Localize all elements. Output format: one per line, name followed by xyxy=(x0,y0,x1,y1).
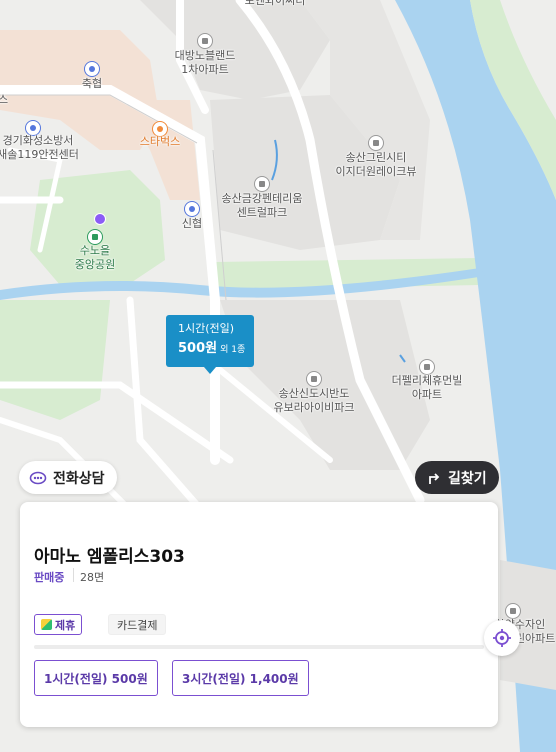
directions-button[interactable]: 길찾기 xyxy=(415,461,499,494)
map-label-daebang: 대방노블랜드 1차아파트 xyxy=(174,49,236,76)
turn-right-arrow-icon xyxy=(429,472,440,484)
marker-price: 500원 xyxy=(178,341,218,356)
directions-label: 길찾기 xyxy=(448,470,487,487)
section-divider xyxy=(34,645,484,649)
chat-phone-icon xyxy=(29,471,47,484)
status-divider xyxy=(73,568,74,582)
fee-option-1h[interactable]: 1시간(전일) 500원 xyxy=(34,660,158,696)
fee-option-3h[interactable]: 3시간(전일) 1,400원 xyxy=(172,660,309,696)
crosshair-icon xyxy=(493,629,511,647)
call-consult-button[interactable]: 전화상담 xyxy=(19,461,117,494)
parking-info-card[interactable]: 아마노 엠폴리스303 판매중 28면 제휴 카드결제 1시간(전일) 500원… xyxy=(20,502,498,727)
sale-status: 판매중 xyxy=(34,571,65,584)
apartment-icon xyxy=(254,176,270,192)
parking-price-marker[interactable]: 1시간(전일) 500원 외 1종 xyxy=(166,315,254,374)
apartment-icon xyxy=(368,135,384,151)
partner-logo-icon xyxy=(41,619,52,630)
parking-lot-title: 아마노 엠폴리스303 xyxy=(34,547,185,567)
marker-price-row: 500원 외 1종 xyxy=(178,339,254,360)
current-location-dot-icon xyxy=(94,213,106,225)
space-count: 28면 xyxy=(80,571,105,584)
map-label-shinhyup: 신협 xyxy=(181,217,203,230)
apartment-icon xyxy=(505,603,521,619)
apartment-icon xyxy=(306,371,322,387)
partner-badge: 제휴 xyxy=(34,614,83,635)
partner-badge-label: 제휴 xyxy=(55,618,76,632)
map-label-top: 포엔와이씨티 xyxy=(244,0,306,7)
bank-icon xyxy=(184,201,200,217)
map-label-fire-station: 경기화성소방서 새솔119안전센터 xyxy=(0,134,79,161)
map-label-geumgang: 송산금강펜테리움 센트럴파크 xyxy=(221,192,303,219)
marker-duration: 1시간(전일) xyxy=(178,322,235,335)
my-location-button[interactable] xyxy=(484,620,520,656)
park-icon xyxy=(87,229,103,245)
map-label-edge-left: 스 xyxy=(0,93,9,106)
map-label-starbucks: 스타벅스 xyxy=(139,135,181,148)
call-consult-label: 전화상담 xyxy=(53,470,105,487)
card-payment-label: 카드결제 xyxy=(117,618,158,632)
marker-extra: 외 1종 xyxy=(220,345,246,355)
card-payment-badge: 카드결제 xyxy=(108,614,167,635)
apartment-icon xyxy=(197,33,213,49)
map-label-park: 수노을 중앙공원 xyxy=(74,244,116,271)
map-label-nonghyup: 축협 xyxy=(81,77,103,90)
fee-option-label: 3시간(전일) 1,400원 xyxy=(182,671,299,686)
map-label-depelli: 더펠리체휴먼빌 아파트 xyxy=(391,374,463,401)
fee-option-label: 1시간(전일) 500원 xyxy=(44,671,148,686)
apartment-icon xyxy=(419,359,435,375)
map-label-sinbando: 송산신도시반도 유보라아이비파크 xyxy=(273,387,355,414)
map-label-songsan-green: 송산그린시티 이지더원레이크뷰 xyxy=(335,151,417,178)
bank-icon xyxy=(84,61,100,77)
